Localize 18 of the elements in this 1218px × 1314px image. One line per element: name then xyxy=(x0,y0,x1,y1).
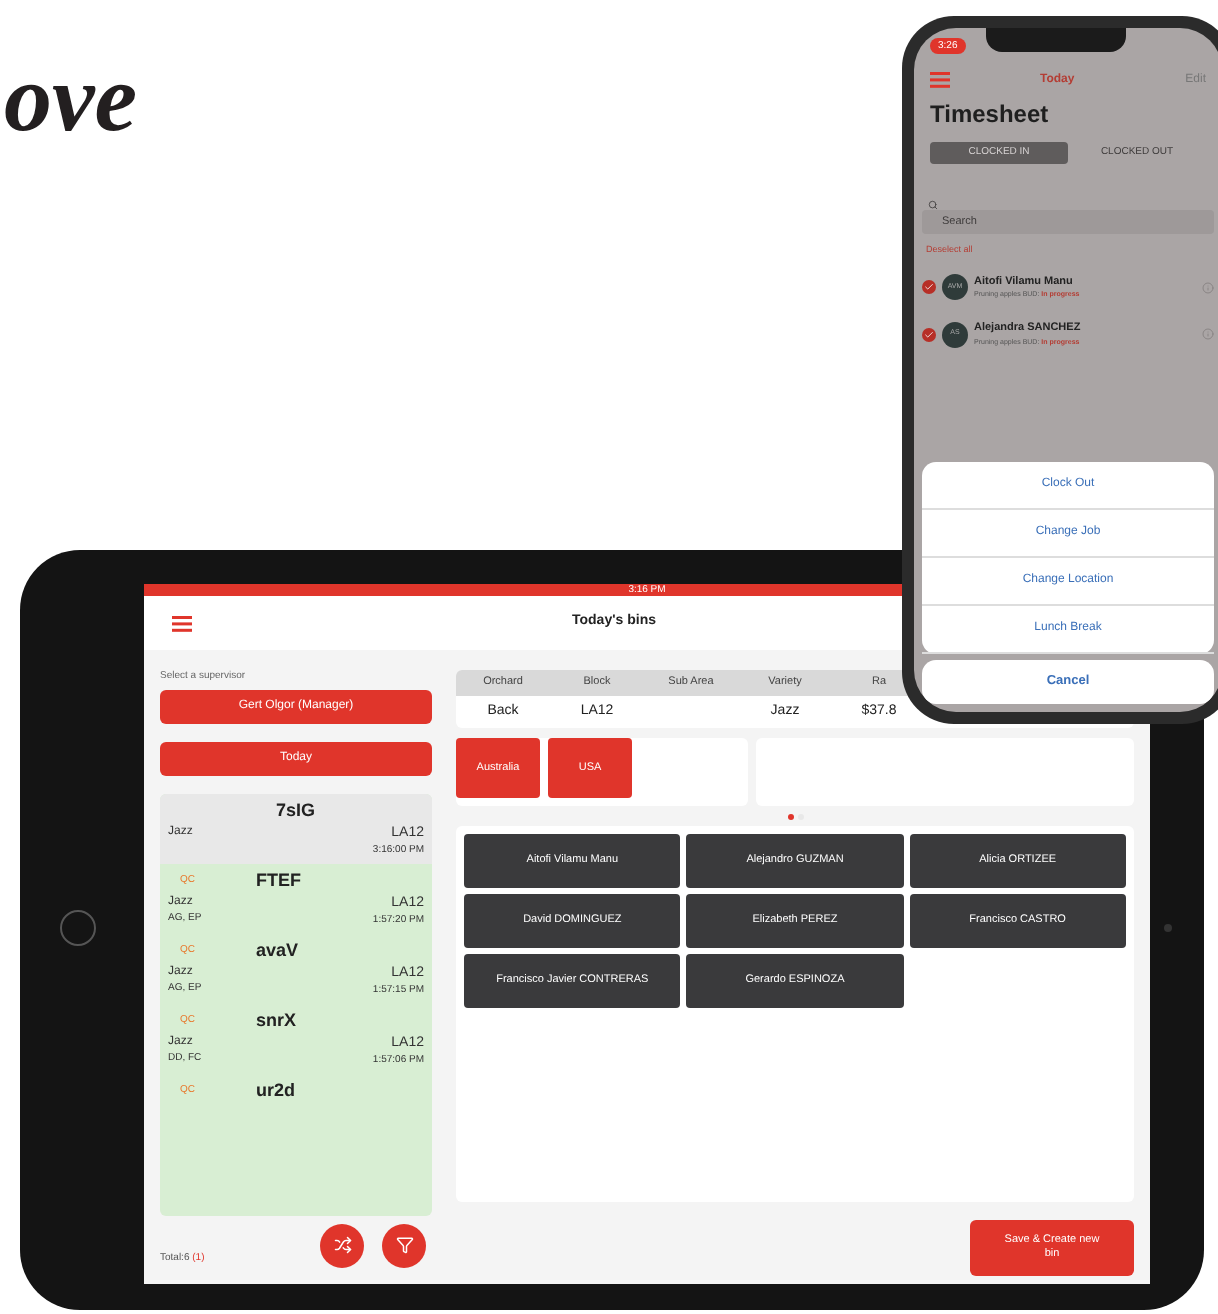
menu-icon[interactable] xyxy=(172,615,192,632)
bin-code: 7sIG xyxy=(276,797,316,824)
bin-code: snrX xyxy=(256,1007,297,1034)
headline-text: ove xyxy=(4,52,138,148)
home-button[interactable] xyxy=(60,910,96,946)
bin-code: avaV xyxy=(256,937,299,964)
menu-icon[interactable] xyxy=(930,72,950,88)
notch xyxy=(985,28,1126,52)
filter-button[interactable] xyxy=(382,1223,427,1267)
bin-code: ur2d xyxy=(256,1077,296,1104)
row-checkbox[interactable] xyxy=(922,327,936,341)
shuffle-icon xyxy=(333,1236,352,1254)
row-checkbox[interactable] xyxy=(922,280,936,294)
shuffle-button[interactable] xyxy=(320,1223,365,1267)
filter-icon xyxy=(395,1236,414,1254)
search-icon xyxy=(928,199,938,209)
page-title: Timesheet xyxy=(928,98,1051,132)
bin-code: FTEF xyxy=(256,867,301,894)
